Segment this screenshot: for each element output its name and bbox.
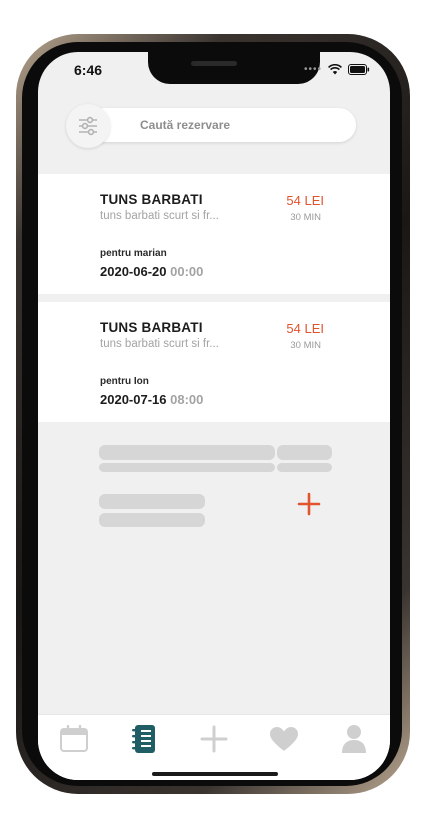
tab-bookings[interactable] <box>124 723 164 755</box>
search-container: Caută rezervare <box>66 104 362 148</box>
status-time: 6:46 <box>74 62 103 78</box>
wifi-icon <box>328 64 342 75</box>
speaker <box>191 61 237 66</box>
booking-datetime: 2020-07-16 08:00 <box>100 392 203 407</box>
search-placeholder: Caută rezervare <box>140 118 231 132</box>
plus-icon <box>297 492 321 516</box>
home-indicator <box>152 772 278 776</box>
signal-dots-icon: •••• <box>303 64 322 75</box>
booking-datetime: 2020-06-20 00:00 <box>100 264 203 279</box>
heart-icon <box>270 727 298 751</box>
booking-date: 2020-07-16 <box>100 392 167 407</box>
service-title: TUNS BARBATI <box>100 192 203 207</box>
booking-card[interactable]: TUNS BARBATI tuns barbati scurt si fr...… <box>38 174 390 294</box>
notebook-icon <box>132 725 155 753</box>
skeleton-line <box>99 513 205 527</box>
booking-client: pentru marian <box>100 248 167 259</box>
tab-calendar[interactable] <box>54 723 94 755</box>
status-icons: •••• <box>304 64 370 75</box>
service-description: tuns barbati scurt si fr... <box>100 338 219 350</box>
user-icon <box>342 725 366 753</box>
booking-time: 08:00 <box>170 392 204 407</box>
tab-add[interactable] <box>194 723 234 755</box>
sliders-icon <box>79 116 97 136</box>
filter-button[interactable] <box>66 104 110 148</box>
add-booking-button[interactable] <box>297 492 321 516</box>
calendar-icon <box>60 725 88 752</box>
booking-card[interactable]: TUNS BARBATI tuns barbati scurt si fr...… <box>38 302 390 422</box>
search-input[interactable]: Caută rezervare <box>86 108 356 142</box>
battery-icon <box>348 64 370 75</box>
skeleton-line <box>277 445 332 460</box>
booking-time: 00:00 <box>170 264 204 279</box>
skeleton-line <box>99 445 275 460</box>
plus-icon <box>200 725 228 753</box>
service-description: tuns barbati scurt si fr... <box>100 210 219 222</box>
service-title: TUNS BARBATI <box>100 320 203 335</box>
service-duration: 30 MIN <box>290 340 321 351</box>
skeleton-line <box>99 463 275 472</box>
booking-client: pentru Ion <box>100 376 149 387</box>
tab-profile[interactable] <box>334 723 374 755</box>
app-screen: 6:46 •••• Caută rezervare TUNS BARBATI t… <box>38 52 390 780</box>
tab-favorites[interactable] <box>264 723 304 755</box>
service-duration: 30 MIN <box>290 212 321 223</box>
tab-bar <box>38 714 390 780</box>
skeleton-line <box>99 494 205 509</box>
service-price: 54 LEI <box>286 193 324 208</box>
notch <box>148 52 320 84</box>
skeleton-line <box>277 463 332 472</box>
service-price: 54 LEI <box>286 321 324 336</box>
booking-date: 2020-06-20 <box>100 264 167 279</box>
